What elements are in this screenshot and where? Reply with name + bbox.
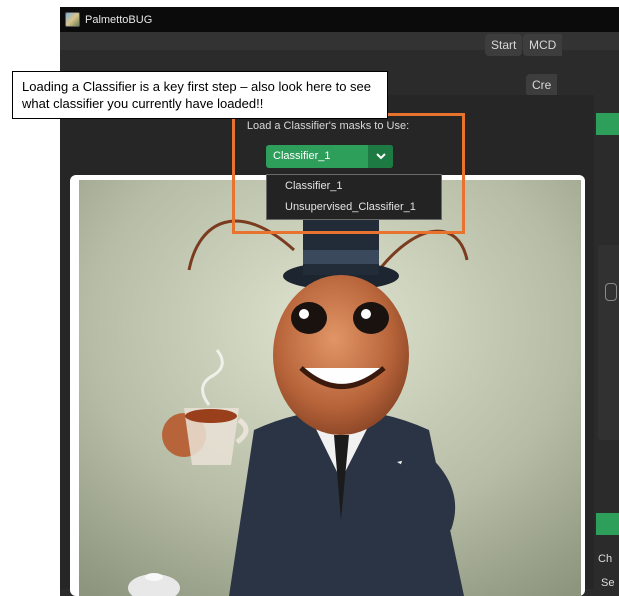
create-button[interactable]: Cre [526,74,558,96]
right-green-tab-top[interactable] [596,113,619,135]
right-green-tab-bottom[interactable] [596,513,619,535]
start-button[interactable]: Start [485,34,523,56]
window-title: PalmettoBUG [85,13,153,26]
mcd-button[interactable]: MCD [523,34,563,56]
right-side-box [598,245,619,440]
title-bar: PalmettoBUG [60,7,619,32]
annotation-callout: Loading a Classifier is a key first step… [12,71,388,119]
mascot-image [79,180,581,596]
app-icon [65,12,80,27]
highlight-box [232,113,465,234]
right-label-se: Se [601,577,615,589]
right-side-control[interactable] [605,283,617,301]
right-label-ch: Ch [598,553,613,565]
